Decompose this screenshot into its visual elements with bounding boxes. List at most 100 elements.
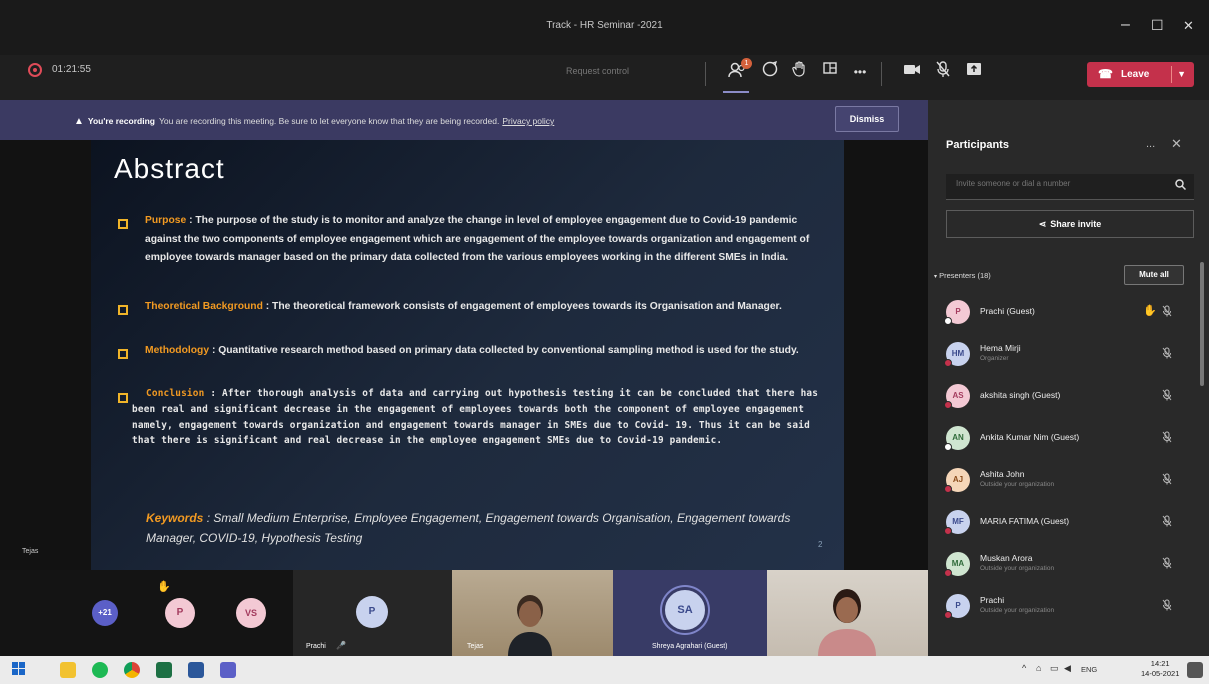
keywords-label: Keywords [146, 511, 204, 525]
share-invite-button[interactable]: ⋖ Share invite [946, 210, 1194, 238]
network-icon[interactable]: ⌂ [1036, 663, 1041, 673]
mic-muted-icon[interactable] [1162, 515, 1172, 530]
participant-row[interactable]: HM Hema Mirji Organizer [930, 340, 1196, 378]
mic-muted-icon[interactable] [1162, 599, 1172, 614]
purpose-label: Purpose [145, 215, 187, 226]
file-explorer-icon[interactable] [60, 662, 76, 678]
word-icon[interactable] [188, 662, 204, 678]
gallery-avatar: SA [665, 590, 705, 630]
close-icon[interactable]: ✕ [1183, 18, 1194, 34]
status-badge [944, 443, 952, 451]
overflow-participants-button[interactable]: +21 [92, 600, 118, 626]
mic-muted-icon[interactable] [1162, 347, 1172, 362]
participant-name: akshita singh (Guest) [980, 390, 1061, 400]
request-control-button[interactable]: Request control [566, 66, 629, 76]
recording-title: You're recording [87, 116, 155, 126]
windows-start-icon[interactable] [12, 662, 28, 678]
status-badge [944, 359, 952, 367]
minimize-icon[interactable]: – [1121, 16, 1130, 34]
tile-name: Prachi [306, 643, 326, 650]
invite-input[interactable] [956, 179, 1156, 188]
tray-chevron-icon[interactable]: ^ [1022, 663, 1026, 673]
participant-subtitle: Organizer [980, 355, 1009, 362]
volume-icon[interactable]: ◀ [1064, 663, 1071, 674]
presenters-label: Presenters (18) [939, 271, 991, 280]
mic-muted-icon[interactable] [1162, 389, 1172, 404]
participant-name: Prachi [980, 595, 1005, 605]
gallery-avatar[interactable]: VS [236, 598, 266, 628]
status-badge [944, 611, 952, 619]
mic-muted-icon: 🎤 [336, 641, 346, 650]
mic-muted-icon[interactable] [1162, 473, 1172, 488]
status-badge [944, 569, 952, 577]
camera-icon[interactable] [900, 60, 924, 84]
conclusion-paragraph: Conclusion : After thorough analysis of … [132, 386, 828, 449]
background-text: : The theoretical framework consists of … [265, 301, 782, 312]
purpose-text: : The purpose of the study is to monitor… [145, 215, 810, 263]
participant-row[interactable]: P Prachi (Guest) ✋ [930, 298, 1196, 336]
participant-row[interactable]: AS akshita singh (Guest) [930, 382, 1196, 420]
participant-name: Ankita Kumar Nim (Guest) [980, 432, 1080, 442]
background-paragraph: Theoretical Background : The theoretical… [145, 298, 825, 317]
mic-muted-icon[interactable] [1162, 431, 1172, 446]
participant-row[interactable]: MF MARIA FATIMA (Guest) [930, 508, 1196, 546]
share-screen-icon[interactable] [962, 60, 986, 84]
chat-icon[interactable] [758, 60, 782, 84]
system-clock[interactable]: 14:21 14-05-2021 [1141, 659, 1179, 679]
close-panel-icon[interactable]: ✕ [1171, 136, 1182, 152]
toolbar-divider [705, 62, 706, 86]
mic-muted-icon[interactable] [1162, 305, 1172, 320]
gallery-avatar[interactable]: P [165, 598, 195, 628]
notifications-icon[interactable] [1187, 662, 1203, 678]
recording-text: You are recording this meeting. Be sure … [158, 116, 500, 126]
active-tab-underline [723, 91, 749, 93]
participant-row[interactable]: MA Muskan Arora Outside your organization [930, 550, 1196, 588]
language-indicator[interactable]: ENG [1081, 665, 1097, 674]
clock-time: 14:21 [1150, 659, 1170, 668]
raise-hand-icon[interactable] [788, 60, 812, 84]
status-badge [944, 401, 952, 409]
methodology-label: Methodology [145, 345, 210, 356]
participant-subtitle: Outside your organization [980, 607, 1055, 614]
chevron-down-icon: ▾ [934, 274, 938, 280]
more-actions-icon[interactable]: ••• [848, 60, 872, 84]
teams-icon[interactable] [220, 662, 236, 678]
participant-video-icon [508, 595, 552, 656]
bullet-icon [118, 305, 128, 315]
participant-name: Prachi (Guest) [980, 306, 1035, 316]
panel-scrollbar[interactable] [1200, 262, 1204, 386]
more-options-icon[interactable]: ... [1146, 138, 1155, 150]
participant-row[interactable]: P Prachi Outside your organization [930, 592, 1196, 630]
presenters-header[interactable]: ▾ Presenters (18) [934, 271, 991, 280]
rooms-icon[interactable] [818, 60, 842, 84]
mic-muted-icon[interactable] [1162, 557, 1172, 572]
excel-icon[interactable] [156, 662, 172, 678]
mic-muted-icon[interactable] [931, 60, 955, 84]
methodology-text: : Quantitative research method based on … [211, 345, 799, 356]
mute-all-button[interactable]: Mute all [1124, 265, 1184, 285]
search-icon[interactable] [1175, 179, 1187, 193]
spotify-icon[interactable] [92, 662, 108, 678]
chevron-down-icon[interactable]: ▼ [1177, 62, 1186, 87]
participant-subtitle: Outside your organization [980, 481, 1055, 488]
maximize-icon[interactable]: ☐ [1151, 17, 1164, 34]
leave-button[interactable]: ☎ Leave ▼ [1087, 62, 1194, 87]
keywords-paragraph: Keywords : Small Medium Enterprise, Empl… [146, 508, 816, 548]
participant-row[interactable]: AN Ankita Kumar Nim (Guest) [930, 424, 1196, 462]
status-badge [944, 317, 952, 325]
background-label: Theoretical Background [145, 301, 263, 312]
conclusion-text: : After thorough analysis of data and ca… [132, 388, 819, 447]
chrome-icon[interactable] [124, 662, 140, 678]
share-invite-label: Share invite [1050, 219, 1102, 229]
participant-name: MARIA FATIMA (Guest) [980, 516, 1070, 526]
share-icon: ⋖ [1038, 219, 1047, 229]
participant-video-icon [818, 589, 876, 656]
participant-row[interactable]: AJ Ashita John Outside your organization [930, 466, 1196, 504]
invite-field[interactable] [946, 174, 1194, 200]
warning-icon: ▲ [74, 116, 84, 127]
recording-indicator-icon [28, 63, 42, 77]
privacy-policy-link[interactable]: Privacy policy [502, 116, 554, 126]
purpose-paragraph: Purpose : The purpose of the study is to… [145, 212, 825, 268]
battery-icon[interactable]: ▭ [1050, 663, 1059, 674]
dismiss-button[interactable]: Dismiss [835, 106, 899, 132]
